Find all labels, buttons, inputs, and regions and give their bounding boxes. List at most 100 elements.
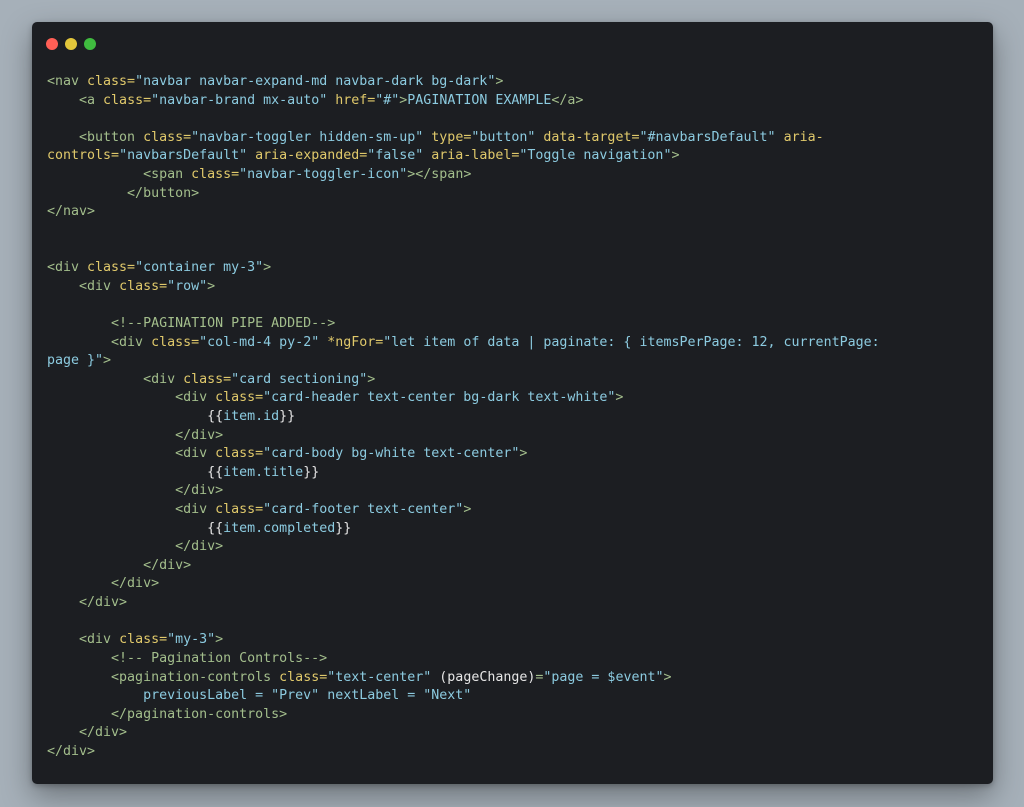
code-token: class=	[119, 278, 168, 294]
code-line: </div>	[47, 427, 977, 446]
code-token: </div>	[47, 595, 128, 611]
code-token: page }"	[47, 353, 104, 369]
code-token: </div>	[47, 483, 224, 499]
code-token: class=	[279, 669, 328, 685]
code-token: </pagination-controls>	[47, 706, 288, 722]
code-token: *ngFor=	[327, 334, 384, 350]
code-token: controls=	[47, 148, 120, 164]
code-token: "card sectioning"	[231, 371, 368, 387]
code-token: class=	[103, 92, 152, 108]
code-line: {{item.id}}	[47, 408, 977, 427]
code-token: "navbar-toggler hidden-sm-up"	[191, 129, 432, 145]
maximize-dot-icon[interactable]	[84, 38, 96, 50]
code-token: }}	[335, 520, 352, 536]
code-token: </div>	[47, 427, 224, 443]
code-token: </div>	[47, 576, 160, 592]
code-token: >	[463, 502, 472, 518]
code-token: type=	[431, 129, 472, 145]
code-token: <a	[47, 92, 104, 108]
code-line: </div>	[47, 538, 977, 557]
code-line: </div>	[47, 743, 977, 762]
code-line: </div>	[47, 724, 977, 743]
code-token: class=	[191, 167, 240, 183]
code-block: <nav class="navbar navbar-expand-md navb…	[47, 73, 977, 762]
code-token: <pagination-controls	[47, 669, 280, 685]
code-token: <div	[47, 334, 152, 350]
code-token: class=	[87, 260, 136, 276]
code-token: class=	[143, 129, 192, 145]
code-token: "navbar navbar-expand-md navbar-dark bg-…	[135, 74, 496, 89]
code-line: <div class="card sectioning">	[47, 371, 977, 390]
code-line: <a class="navbar-brand mx-auto" href="#"…	[47, 92, 977, 111]
code-token: >	[215, 632, 224, 648]
code-token: "#"	[375, 92, 400, 108]
code-token: PAGINATION EXAMPLE	[407, 92, 552, 108]
code-window: <nav class="navbar navbar-expand-md navb…	[32, 22, 993, 784]
code-token: <button	[47, 129, 144, 145]
code-line: previousLabel = "Prev" nextLabel = "Next…	[47, 687, 977, 706]
code-token: <span	[47, 167, 192, 183]
code-line: <div class="col-md-4 py-2" *ngFor="let i…	[47, 334, 977, 353]
code-line: </div>	[47, 594, 977, 613]
code-token: <div	[47, 260, 88, 276]
code-line: </div>	[47, 482, 977, 501]
code-token: class=	[119, 632, 168, 648]
close-dot-icon[interactable]	[46, 38, 58, 50]
code-token: >	[615, 390, 624, 406]
code-line: </div>	[47, 575, 977, 594]
code-token: "text-center"	[327, 669, 440, 685]
window-controls	[46, 38, 96, 50]
code-line: <nav class="navbar navbar-expand-md navb…	[47, 73, 977, 92]
code-token: <div	[47, 371, 184, 387]
code-token: <div	[47, 632, 120, 648]
code-token: >	[103, 353, 112, 369]
code-token: <!-- Pagination Controls-->	[47, 650, 328, 666]
code-token: {{	[47, 408, 224, 424]
code-token: class=	[87, 74, 136, 89]
code-token: </div>	[47, 725, 128, 741]
code-token: </nav>	[47, 204, 96, 220]
code-token: "Toggle navigation"	[519, 148, 672, 164]
code-line: <span class="navbar-toggler-icon"></span…	[47, 166, 977, 185]
code-line: </div>	[47, 557, 977, 576]
code-line: <!--PAGINATION PIPE ADDED-->	[47, 315, 977, 334]
code-token: <div	[47, 390, 216, 406]
code-token: "card-body bg-white text-center"	[263, 446, 520, 462]
code-token: >	[263, 260, 272, 276]
code-token: item.id	[223, 408, 280, 424]
code-token: item.title	[223, 464, 304, 480]
code-token: <!--PAGINATION PIPE ADDED-->	[47, 315, 336, 331]
code-line: page }">	[47, 352, 977, 371]
code-token: "#navbarsDefault"	[639, 129, 784, 145]
code-line: <div class="card-body bg-white text-cent…	[47, 445, 977, 464]
code-line: </pagination-controls>	[47, 706, 977, 725]
code-line: controls="navbarsDefault" aria-expanded=…	[47, 147, 977, 166]
code-token: </button>	[47, 185, 200, 201]
code-token: "row"	[167, 278, 208, 294]
code-token: "navbar-brand mx-auto"	[151, 92, 336, 108]
code-token: href=	[335, 92, 376, 108]
code-token: "page = $event"	[543, 669, 664, 685]
code-token: "let item of data | paginate: { itemsPer…	[383, 334, 880, 350]
code-token: {{	[47, 464, 224, 480]
code-token: "container my-3"	[135, 260, 264, 276]
code-token: >	[663, 669, 672, 685]
code-line: </button>	[47, 185, 977, 204]
code-token: (pageChange)	[439, 669, 536, 685]
minimize-dot-icon[interactable]	[65, 38, 77, 50]
code-line: <div class="my-3">	[47, 631, 977, 650]
code-token: "false"	[367, 148, 432, 164]
code-token: class=	[151, 334, 200, 350]
code-token: >	[671, 148, 680, 164]
code-token: previousLabel = "Prev" nextLabel = "Next…	[47, 688, 472, 704]
code-token: class=	[215, 390, 264, 406]
code-token: "card-header text-center bg-dark text-wh…	[263, 390, 616, 406]
code-token: "navbarsDefault"	[119, 148, 256, 164]
code-token: }}	[303, 464, 320, 480]
code-line: {{item.title}}	[47, 464, 977, 483]
